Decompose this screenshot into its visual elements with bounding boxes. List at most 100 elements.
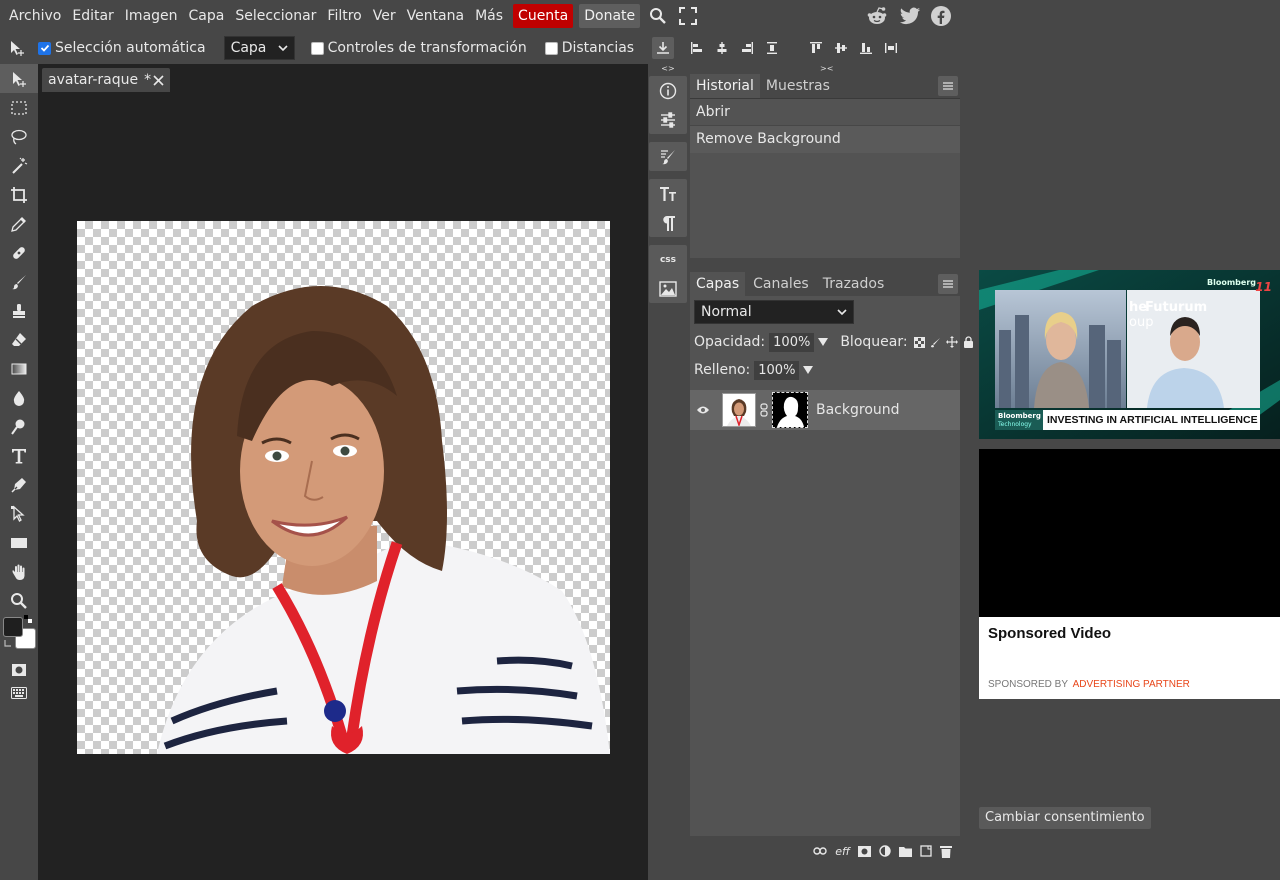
text-tool[interactable] xyxy=(0,441,38,470)
eraser-tool[interactable] xyxy=(0,325,38,354)
menu-imagen[interactable]: Imagen xyxy=(120,4,183,28)
document-tab[interactable]: avatar-raque * xyxy=(42,68,170,92)
crop-tool[interactable] xyxy=(0,180,38,209)
menu-filtro[interactable]: Filtro xyxy=(322,4,366,28)
adjustments-button[interactable] xyxy=(649,105,687,134)
align-hcenter-icon[interactable] xyxy=(711,37,733,59)
auto-select-target-dropdown[interactable]: Capa xyxy=(223,36,295,60)
menu-mas[interactable]: Más xyxy=(470,4,508,28)
gradient-tool[interactable] xyxy=(0,354,38,383)
transform-controls-checkbox[interactable] xyxy=(310,41,324,55)
character-button[interactable] xyxy=(649,179,687,208)
delete-layer-icon[interactable] xyxy=(940,845,952,858)
opacity-input[interactable]: 100% xyxy=(769,332,815,352)
distances-checkbox[interactable] xyxy=(544,41,558,55)
layer-effects-button[interactable]: eff xyxy=(835,845,850,858)
swap-colors-icon[interactable] xyxy=(24,615,32,623)
dodge-tool[interactable] xyxy=(0,412,38,441)
reset-colors-icon[interactable] xyxy=(4,639,14,649)
ad-card[interactable]: Sponsored Video SPONSORED BY ADVERTISING… xyxy=(979,617,1280,699)
color-swatches[interactable] xyxy=(0,615,38,655)
donate-button[interactable]: Donate xyxy=(579,4,641,28)
menu-capa[interactable]: Capa xyxy=(184,4,230,28)
search-icon[interactable] xyxy=(645,3,671,29)
new-layer-icon[interactable] xyxy=(920,845,932,857)
info-button[interactable] xyxy=(649,76,687,105)
layer-thumbnail[interactable] xyxy=(722,393,756,427)
align-bottom-icon[interactable] xyxy=(855,37,877,59)
collapse-toggle-right[interactable]: >< xyxy=(690,64,960,74)
healing-tool[interactable] xyxy=(0,238,38,267)
add-mask-icon[interactable] xyxy=(858,845,871,857)
hand-tool[interactable] xyxy=(0,557,38,586)
ad-video-frame[interactable]: Bloomberg 11 he Futurum oup Bloomberg Te… xyxy=(979,270,1280,439)
keyboard-button[interactable] xyxy=(0,684,38,702)
lock-all-icon[interactable] xyxy=(963,336,974,348)
fill-input[interactable]: 100% xyxy=(754,360,800,380)
path-select-tool[interactable] xyxy=(0,499,38,528)
account-button[interactable]: Cuenta xyxy=(513,4,574,28)
menu-seleccionar[interactable]: Seleccionar xyxy=(230,4,321,28)
link-layers-icon[interactable] xyxy=(813,847,827,855)
history-entry-remove-background[interactable]: Remove Background xyxy=(690,126,960,153)
shape-tool[interactable] xyxy=(0,528,38,557)
quick-mask-button[interactable] xyxy=(0,655,38,684)
reddit-icon[interactable] xyxy=(865,4,889,28)
menu-archivo[interactable]: Archivo xyxy=(4,4,66,28)
zoom-tool[interactable] xyxy=(0,586,38,615)
css-button[interactable]: css xyxy=(649,245,687,274)
stamp-tool[interactable] xyxy=(0,296,38,325)
new-group-folder-icon[interactable] xyxy=(899,846,912,857)
ad-partner-link[interactable]: ADVERTISING PARTNER xyxy=(1073,679,1190,690)
lasso-tool[interactable] xyxy=(0,122,38,151)
tab-muestras[interactable]: Muestras xyxy=(760,74,836,98)
tab-canales[interactable]: Canales xyxy=(747,272,815,296)
eyedropper-tool[interactable] xyxy=(0,209,38,238)
adjustment-layer-icon[interactable] xyxy=(879,845,891,857)
change-consent-button[interactable]: Cambiar consentimiento xyxy=(979,807,1151,829)
close-tab-icon[interactable] xyxy=(153,74,164,86)
layers-panel-menu-icon[interactable] xyxy=(938,274,958,294)
history-entry-abrir[interactable]: Abrir xyxy=(690,99,960,126)
distribute-h-icon[interactable] xyxy=(761,37,783,59)
align-left-icon[interactable] xyxy=(686,37,708,59)
align-top-icon[interactable] xyxy=(805,37,827,59)
ad-card-title[interactable]: Sponsored Video xyxy=(988,625,1111,642)
menu-ver[interactable]: Ver xyxy=(368,4,401,28)
menu-ventana[interactable]: Ventana xyxy=(402,4,470,28)
blur-tool[interactable] xyxy=(0,383,38,412)
tab-capas[interactable]: Capas xyxy=(690,272,746,296)
layer-visibility-eye-icon[interactable] xyxy=(696,405,714,415)
layer-row[interactable]: Background xyxy=(690,390,960,430)
move-tool[interactable] xyxy=(0,64,38,93)
lock-transparency-icon[interactable] xyxy=(913,336,925,348)
lock-pixels-icon[interactable] xyxy=(930,337,941,348)
pen-tool[interactable] xyxy=(0,470,38,499)
fill-dropdown-arrow-icon[interactable] xyxy=(803,365,814,375)
download-icon[interactable] xyxy=(652,37,675,59)
fullscreen-icon[interactable] xyxy=(675,3,701,29)
brush-settings-button[interactable] xyxy=(649,142,687,171)
layer-mask-thumbnail[interactable] xyxy=(772,392,808,428)
image-button[interactable] xyxy=(649,274,687,303)
ad-video-player[interactable] xyxy=(979,449,1280,617)
collapse-toggle-left[interactable]: <> xyxy=(649,64,687,74)
opacity-dropdown-arrow-icon[interactable] xyxy=(818,337,829,347)
marquee-tool[interactable] xyxy=(0,93,38,122)
layer-name[interactable]: Background xyxy=(816,402,900,418)
blend-mode-dropdown[interactable]: Normal xyxy=(694,300,854,324)
distribute-v-icon[interactable] xyxy=(880,37,902,59)
facebook-icon[interactable] xyxy=(929,4,953,28)
brush-tool[interactable] xyxy=(0,267,38,296)
paragraph-button[interactable] xyxy=(649,208,687,237)
align-vcenter-icon[interactable] xyxy=(830,37,852,59)
tab-trazados[interactable]: Trazados xyxy=(817,272,891,296)
twitter-icon[interactable] xyxy=(898,4,922,28)
layer-mask-link-icon[interactable] xyxy=(760,403,768,417)
menu-editar[interactable]: Editar xyxy=(67,4,118,28)
tab-historial[interactable]: Historial xyxy=(690,74,760,98)
foreground-color[interactable] xyxy=(3,617,23,637)
auto-select-checkbox[interactable] xyxy=(38,41,51,55)
lock-position-icon[interactable] xyxy=(945,336,958,348)
document-canvas[interactable] xyxy=(77,221,610,754)
